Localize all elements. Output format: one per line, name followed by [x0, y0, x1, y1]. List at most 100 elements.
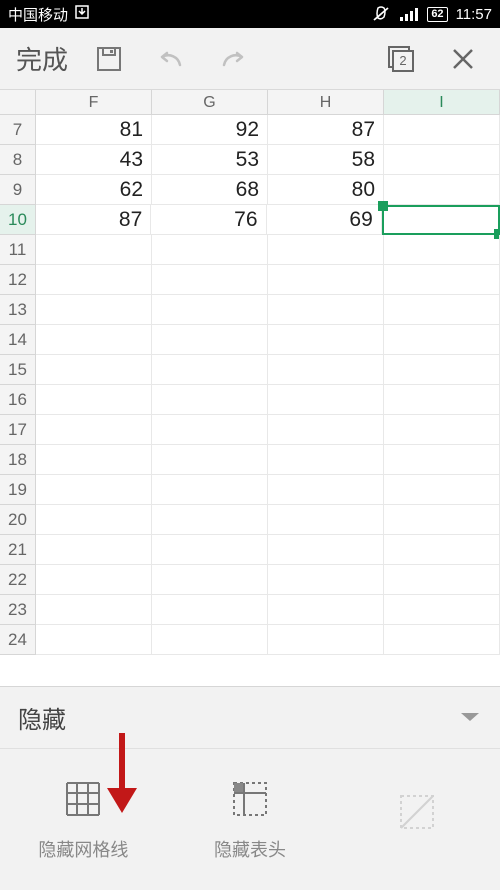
cell[interactable] — [152, 505, 268, 535]
cell[interactable] — [384, 175, 500, 205]
column-header[interactable]: H — [268, 90, 384, 115]
cell[interactable]: 81 — [36, 115, 152, 145]
row-header[interactable]: 12 — [0, 265, 36, 295]
row-header[interactable]: 16 — [0, 385, 36, 415]
cell[interactable] — [36, 325, 152, 355]
cell[interactable] — [268, 385, 384, 415]
cell[interactable] — [36, 505, 152, 535]
cell[interactable] — [36, 415, 152, 445]
cell[interactable] — [36, 595, 152, 625]
cell[interactable] — [268, 325, 384, 355]
cell[interactable] — [268, 265, 384, 295]
redo-button[interactable] — [202, 28, 264, 90]
cell[interactable] — [36, 625, 152, 655]
cell[interactable] — [268, 535, 384, 565]
cell[interactable] — [268, 295, 384, 325]
cell[interactable] — [384, 565, 500, 595]
cell[interactable] — [268, 475, 384, 505]
cell[interactable]: 87 — [268, 115, 384, 145]
cell[interactable] — [384, 445, 500, 475]
column-header[interactable]: G — [152, 90, 268, 115]
cell[interactable]: 76 — [151, 205, 266, 235]
cell[interactable] — [152, 385, 268, 415]
cell[interactable] — [268, 565, 384, 595]
cell[interactable] — [384, 475, 500, 505]
cell[interactable]: 92 — [152, 115, 268, 145]
cell[interactable]: 80 — [268, 175, 384, 205]
hide-gridlines-button[interactable]: 隐藏网格线 — [0, 749, 167, 889]
close-button[interactable] — [432, 28, 494, 90]
row-header[interactable]: 22 — [0, 565, 36, 595]
corner-cell[interactable] — [0, 90, 36, 115]
row-header[interactable]: 23 — [0, 595, 36, 625]
cell[interactable] — [382, 205, 500, 235]
cell[interactable] — [36, 475, 152, 505]
cell[interactable] — [152, 265, 268, 295]
row-header[interactable]: 8 — [0, 145, 36, 175]
cell[interactable] — [384, 595, 500, 625]
row-header[interactable]: 20 — [0, 505, 36, 535]
cell[interactable]: 43 — [36, 145, 152, 175]
cell[interactable]: 58 — [268, 145, 384, 175]
panel-header[interactable]: 隐藏 — [0, 687, 500, 749]
cell[interactable] — [36, 445, 152, 475]
cell[interactable]: 69 — [267, 205, 382, 235]
cell[interactable] — [384, 295, 500, 325]
row-header[interactable]: 21 — [0, 535, 36, 565]
cell[interactable] — [36, 355, 152, 385]
cell[interactable] — [384, 145, 500, 175]
cell[interactable] — [384, 235, 500, 265]
column-header[interactable]: F — [36, 90, 152, 115]
cell[interactable] — [384, 625, 500, 655]
cell[interactable] — [384, 325, 500, 355]
row-header[interactable]: 24 — [0, 625, 36, 655]
cell[interactable] — [384, 355, 500, 385]
cell[interactable] — [268, 595, 384, 625]
done-button[interactable]: 完成 — [6, 40, 78, 77]
cell[interactable] — [152, 625, 268, 655]
cell[interactable] — [36, 235, 152, 265]
row-header[interactable]: 17 — [0, 415, 36, 445]
sheets-button[interactable]: 2 — [370, 28, 432, 90]
cell[interactable] — [268, 625, 384, 655]
cell[interactable] — [152, 565, 268, 595]
row-header[interactable]: 9 — [0, 175, 36, 205]
cell[interactable]: 62 — [36, 175, 152, 205]
cell[interactable] — [384, 505, 500, 535]
cell[interactable] — [152, 445, 268, 475]
cell[interactable]: 53 — [152, 145, 268, 175]
row-header[interactable]: 15 — [0, 355, 36, 385]
cell[interactable] — [384, 115, 500, 145]
row-header[interactable]: 14 — [0, 325, 36, 355]
cell[interactable] — [152, 415, 268, 445]
row-header[interactable]: 7 — [0, 115, 36, 145]
row-header[interactable]: 10 — [0, 205, 36, 235]
cell[interactable] — [152, 475, 268, 505]
cell[interactable] — [152, 355, 268, 385]
cell[interactable] — [152, 325, 268, 355]
undo-button[interactable] — [140, 28, 202, 90]
cell[interactable] — [152, 235, 268, 265]
row-header[interactable]: 19 — [0, 475, 36, 505]
cell[interactable] — [268, 445, 384, 475]
cell[interactable] — [36, 265, 152, 295]
row-header[interactable]: 18 — [0, 445, 36, 475]
column-header[interactable]: I — [384, 90, 500, 115]
cell[interactable]: 87 — [36, 205, 151, 235]
cell[interactable] — [268, 415, 384, 445]
cell[interactable] — [152, 595, 268, 625]
cell[interactable] — [268, 505, 384, 535]
cell[interactable] — [384, 415, 500, 445]
row-header[interactable]: 11 — [0, 235, 36, 265]
cell[interactable] — [384, 265, 500, 295]
cell[interactable] — [268, 235, 384, 265]
row-header[interactable]: 13 — [0, 295, 36, 325]
cell[interactable] — [384, 385, 500, 415]
hide-headers-button[interactable]: 隐藏表头 — [167, 749, 334, 889]
cell[interactable]: 68 — [152, 175, 268, 205]
cell[interactable] — [36, 535, 152, 565]
cell[interactable] — [36, 565, 152, 595]
cell[interactable] — [268, 355, 384, 385]
cell[interactable] — [36, 295, 152, 325]
cell[interactable] — [384, 535, 500, 565]
